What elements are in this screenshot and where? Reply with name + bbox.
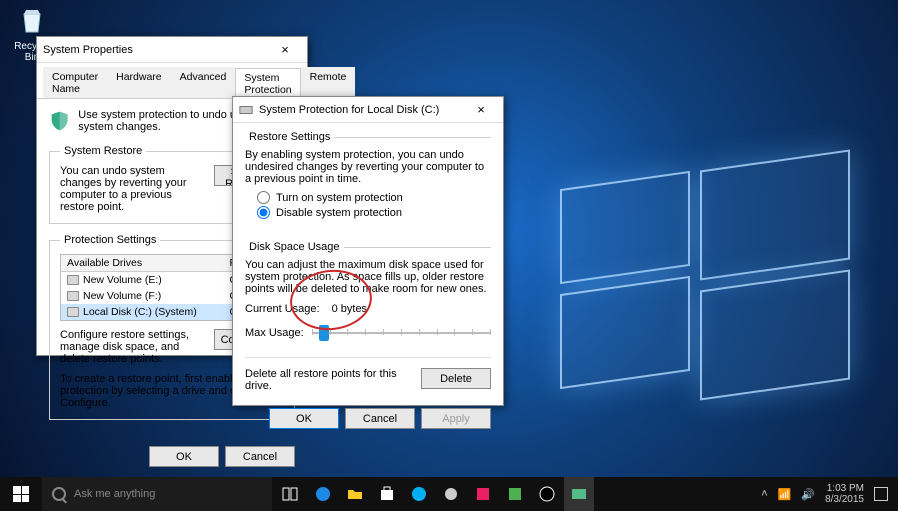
- chevron-up-icon[interactable]: ˄: [761, 488, 767, 500]
- search-input[interactable]: Ask me anything: [42, 477, 272, 511]
- radio-disable[interactable]: Disable system protection: [257, 206, 491, 219]
- drive-icon: [239, 103, 253, 117]
- app-icon[interactable]: [436, 477, 466, 511]
- ok-button[interactable]: OK: [149, 446, 219, 467]
- taskbar: Ask me anything ˄ 📶 🔊 1:03 PM 8/3/2015: [0, 477, 898, 511]
- disk-space-text: You can adjust the maximum disk space us…: [245, 259, 491, 295]
- cancel-button[interactable]: Cancel: [225, 446, 295, 467]
- radio-turn-on[interactable]: Turn on system protection: [257, 191, 491, 204]
- tab-hardware[interactable]: Hardware: [107, 67, 171, 98]
- tabs: Computer Name Hardware Advanced System P…: [37, 63, 307, 99]
- volume-icon[interactable]: 🔊: [801, 488, 815, 501]
- app-icon[interactable]: [532, 477, 562, 511]
- close-icon[interactable]: ×: [465, 102, 497, 117]
- apply-button: Apply: [421, 408, 491, 429]
- delete-text: Delete all restore points for this drive…: [245, 368, 411, 392]
- notifications-icon[interactable]: [874, 487, 888, 501]
- restore-settings-text: By enabling system protection, you can u…: [245, 149, 491, 185]
- configure-text: Configure restore settings, manage disk …: [60, 329, 204, 365]
- file-explorer-icon[interactable]: [340, 477, 370, 511]
- windows-logo-wallpaper: [560, 160, 850, 380]
- current-usage-label: Current Usage:: [245, 303, 320, 315]
- active-app-icon[interactable]: [564, 477, 594, 511]
- restore-settings-group: Restore Settings By enabling system prot…: [245, 131, 491, 231]
- drive-icon: [67, 291, 79, 301]
- app-icon[interactable]: [500, 477, 530, 511]
- start-button[interactable]: [0, 477, 42, 511]
- restore-text: You can undo system changes by reverting…: [60, 165, 204, 213]
- task-view-icon[interactable]: [276, 477, 306, 511]
- network-icon[interactable]: 📶: [778, 488, 792, 501]
- search-icon: [52, 487, 66, 501]
- drive-icon: [67, 307, 79, 317]
- clock[interactable]: 1:03 PM 8/3/2015: [825, 483, 864, 505]
- current-usage-value: 0 bytes: [332, 303, 367, 315]
- slider-thumb[interactable]: [319, 325, 329, 341]
- tab-computer-name[interactable]: Computer Name: [43, 67, 107, 98]
- app-icon[interactable]: [468, 477, 498, 511]
- system-tray: ˄ 📶 🔊 1:03 PM 8/3/2015: [751, 483, 898, 505]
- window-title: System Properties: [43, 44, 269, 56]
- tab-system-protection[interactable]: System Protection: [235, 68, 300, 99]
- delete-button[interactable]: Delete: [421, 368, 491, 389]
- drive-icon: [67, 275, 79, 285]
- shield-icon: [49, 107, 70, 135]
- edge-icon[interactable]: [308, 477, 338, 511]
- store-icon[interactable]: [372, 477, 402, 511]
- max-usage-slider[interactable]: [312, 323, 491, 343]
- window-title: System Protection for Local Disk (C:): [259, 104, 465, 116]
- tab-remote[interactable]: Remote: [301, 67, 356, 98]
- desktop: Recycle Bin System Properties × Computer…: [0, 0, 898, 511]
- titlebar[interactable]: System Properties ×: [37, 37, 307, 63]
- ok-button[interactable]: OK: [269, 408, 339, 429]
- tab-advanced[interactable]: Advanced: [171, 67, 236, 98]
- max-usage-label: Max Usage:: [245, 327, 304, 339]
- titlebar[interactable]: System Protection for Local Disk (C:) ×: [233, 97, 503, 123]
- cancel-button[interactable]: Cancel: [345, 408, 415, 429]
- close-icon[interactable]: ×: [269, 42, 301, 57]
- disk-space-group: Disk Space Usage You can adjust the maxi…: [245, 241, 491, 347]
- system-protection-config-window: System Protection for Local Disk (C:) × …: [232, 96, 504, 406]
- skype-icon[interactable]: [404, 477, 434, 511]
